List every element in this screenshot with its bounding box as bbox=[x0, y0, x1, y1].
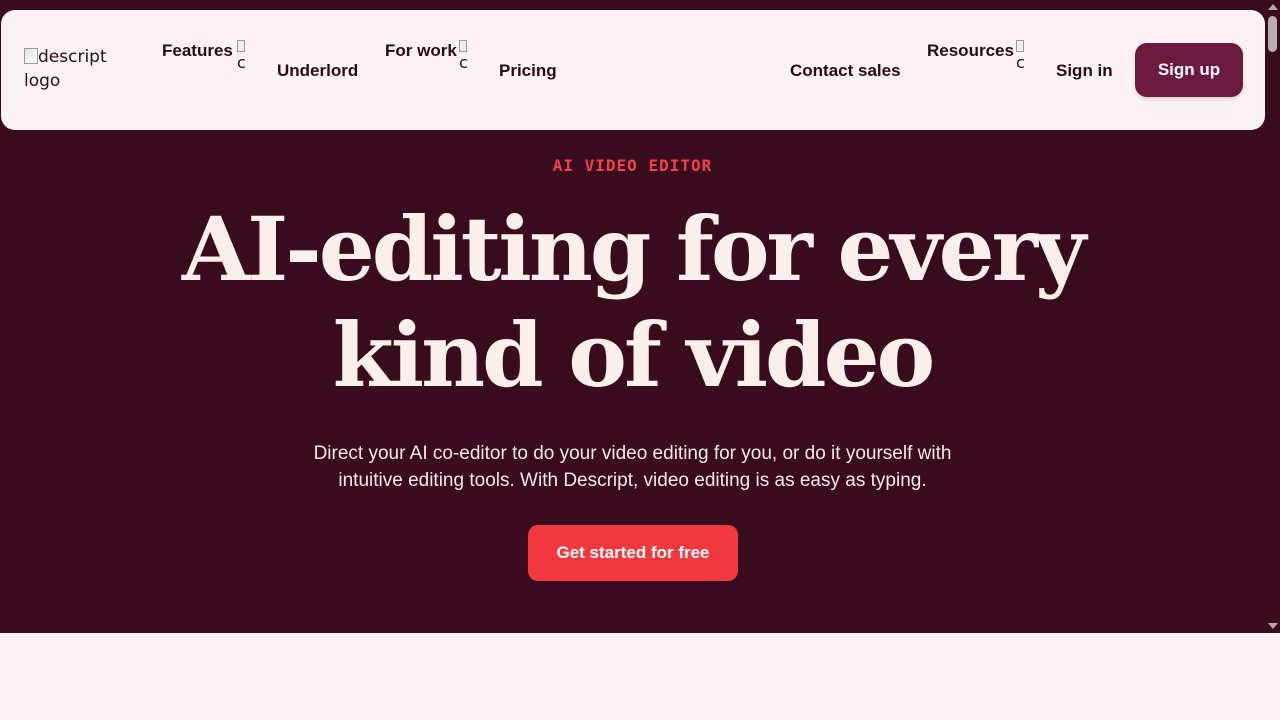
broken-image-icon bbox=[459, 40, 467, 52]
broken-image-icon bbox=[1016, 40, 1024, 52]
scroll-up-arrow-icon[interactable] bbox=[1268, 4, 1278, 10]
caret-alt-text: ci bbox=[237, 53, 247, 72]
top-navigation: descript logo Features ci Underlord For … bbox=[1, 10, 1265, 130]
sign-up-button[interactable]: Sign up bbox=[1135, 43, 1243, 97]
get-started-button[interactable]: Get started for free bbox=[528, 525, 738, 581]
nav-item-for-work[interactable]: For work bbox=[385, 41, 457, 61]
nav-item-contact-sales[interactable]: Contact sales bbox=[790, 61, 901, 81]
resources-chevron-down-icon[interactable]: ci bbox=[1016, 40, 1026, 100]
next-section bbox=[0, 633, 1265, 720]
nav-item-underlord[interactable]: Underlord bbox=[277, 61, 358, 81]
eyebrow-label: AI VIDEO EDITOR bbox=[552, 156, 713, 175]
descript-logo[interactable]: descript logo bbox=[24, 45, 124, 93]
hero-subtext: Direct your AI co-editor to do your vide… bbox=[313, 443, 952, 491]
broken-image-icon bbox=[237, 40, 245, 52]
scrollbar[interactable] bbox=[1265, 0, 1280, 633]
nav-item-sign-in[interactable]: Sign in bbox=[1056, 61, 1113, 81]
nav-item-features[interactable]: Features bbox=[162, 41, 233, 61]
hero-headline: AI-editing for every kind of video bbox=[0, 196, 1265, 408]
headline-line-2: kind of video bbox=[332, 303, 936, 407]
scroll-down-arrow-icon[interactable] bbox=[1268, 623, 1278, 629]
headline-line-1: AI-editing for every bbox=[181, 197, 1086, 301]
caret-alt-text: ci bbox=[459, 53, 469, 72]
features-chevron-down-icon[interactable]: ci bbox=[237, 40, 247, 100]
nav-item-resources[interactable]: Resources bbox=[927, 41, 1014, 61]
nav-item-pricing[interactable]: Pricing bbox=[499, 61, 557, 81]
for-work-chevron-down-icon[interactable]: ci bbox=[459, 40, 469, 100]
caret-alt-text: ci bbox=[1016, 53, 1026, 72]
broken-image-icon bbox=[24, 48, 38, 64]
scroll-thumb[interactable] bbox=[1268, 16, 1277, 52]
